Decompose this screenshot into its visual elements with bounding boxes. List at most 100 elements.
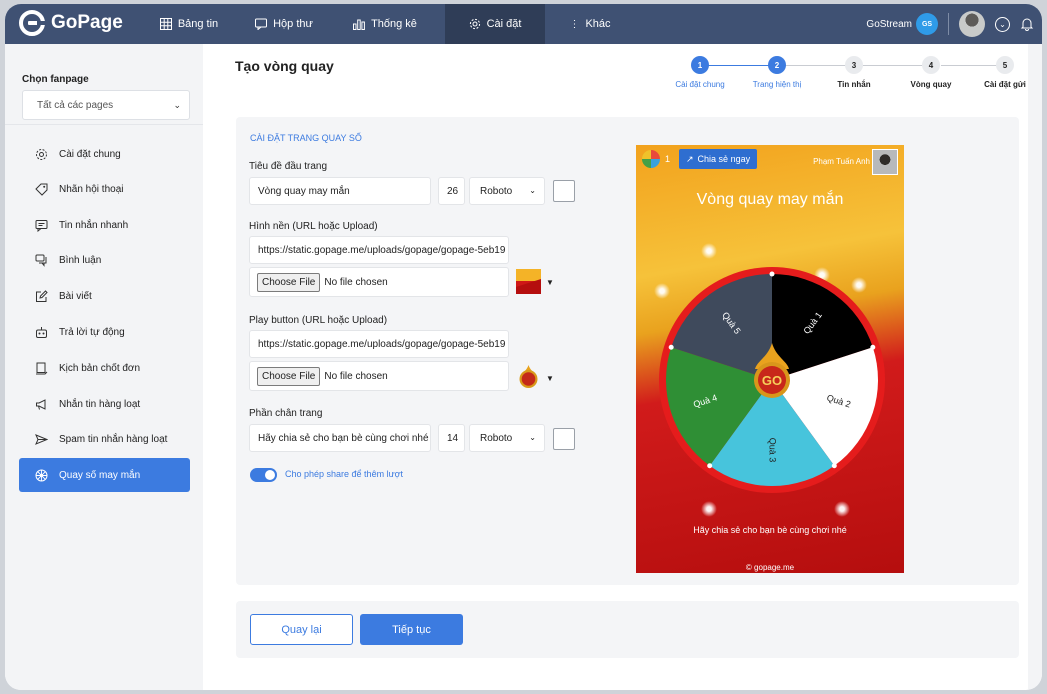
fanpage-select-value: Tất cả các pages — [37, 99, 114, 111]
footer-input[interactable]: Hãy chia sẻ cho bạn bè cùng chơi nhé — [249, 424, 431, 452]
sidebar-item-label: Nhắn tin hàng loạt — [59, 398, 141, 410]
step-1[interactable]: 1 Cài đặt chung — [660, 56, 740, 89]
nav-item-label: Bảng tin — [177, 18, 219, 30]
bell-icon[interactable] — [1020, 17, 1034, 31]
choose-file-button[interactable]: Choose File — [257, 272, 321, 292]
edit-icon — [36, 289, 48, 302]
gostream-logo-icon[interactable]: GS — [916, 13, 938, 35]
wheel-peg — [769, 271, 775, 277]
section-title: CÀI ĐẶT TRANG QUAY SỐ — [250, 133, 362, 143]
caret-down-icon[interactable]: ▼ — [546, 278, 554, 287]
more-vertical-icon: ⋮ — [569, 18, 580, 30]
light-glow — [701, 243, 717, 259]
step-number: 4 — [922, 56, 940, 74]
share-toggle-label: Cho phép share để thêm lượt — [285, 469, 403, 479]
chevron-down-icon: ⌄ — [529, 433, 536, 442]
app-logo[interactable]: GoPage — [19, 10, 123, 36]
user-avatar[interactable] — [959, 11, 985, 37]
background-label: Hình nền (URL hoặc Upload) — [249, 221, 378, 232]
chart-icon — [353, 19, 365, 30]
top-navbar: GoPage Bảng tin Hộp thư Thống kê Cài đặt… — [5, 4, 1042, 44]
gostream-label[interactable]: GoStream — [866, 19, 912, 30]
footer-color-picker[interactable] — [553, 428, 575, 450]
nav-item-bang-tin[interactable]: Bảng tin — [143, 4, 235, 44]
nav-item-label: Hộp thư — [273, 18, 313, 30]
choose-file-button[interactable]: Choose File — [257, 366, 321, 386]
nav-item-thong-ke[interactable]: Thống kê — [335, 4, 435, 44]
sidebar-item-label: Kịch bản chốt đơn — [59, 362, 141, 374]
sidebar-item-binh-luan[interactable]: Bình luận — [19, 243, 190, 277]
grid-icon — [159, 18, 172, 30]
background-url-input[interactable]: https://static.gopage.me/uploads/gopage/… — [249, 236, 509, 264]
sidebar-item-label: Nhãn hội thoại — [59, 183, 124, 195]
right-edge-strip — [1028, 44, 1042, 690]
chevron-down-circle-icon[interactable]: ⌄ — [995, 16, 1010, 32]
nav-item-khac[interactable]: ⋮ Khác — [560, 4, 620, 44]
sidebar-item-tra-loi-tu-dong[interactable]: Trả lời tự động — [19, 315, 190, 349]
light-glow — [834, 501, 850, 517]
step-number: 3 — [845, 56, 863, 74]
go-label: GO — [762, 373, 782, 388]
message-icon — [35, 219, 48, 232]
play-button-file-input[interactable]: Choose File No file chosen — [249, 361, 509, 391]
chat-icon — [255, 18, 268, 30]
next-button[interactable]: Tiếp tục — [360, 614, 463, 645]
fanpage-label: Chọn fanpage — [22, 74, 89, 85]
chevron-down-icon: ⌄ — [529, 186, 536, 195]
title-input[interactable]: Vòng quay may mắn — [249, 177, 431, 205]
step-3[interactable]: 3 Tin nhắn — [814, 56, 894, 89]
title-label: Tiêu đề đầu trang — [249, 161, 328, 172]
caret-down-icon[interactable]: ▼ — [546, 374, 554, 383]
no-file-text: No file chosen — [324, 370, 388, 382]
title-color-picker[interactable] — [553, 180, 575, 202]
sidebar-item-nhan-hoi-thoai[interactable]: Nhãn hội thoại — [19, 172, 190, 206]
spin-count: 1 — [665, 154, 671, 164]
back-button[interactable]: Quay lại — [250, 614, 353, 645]
sidebar-item-bai-viet[interactable]: Bài viết — [19, 279, 190, 313]
sidebar-item-spam-tin-nhan[interactable]: Spam tin nhắn hàng loạt — [19, 422, 190, 456]
preview-user-avatar — [872, 149, 898, 175]
background-file-input[interactable]: Choose File No file chosen — [249, 267, 509, 297]
robot-icon — [36, 326, 47, 338]
share-button-label: Chia sẻ ngay — [697, 154, 751, 164]
divider — [5, 124, 203, 125]
sidebar-item-kich-ban-chot-don[interactable]: Kịch bản chốt đơn — [19, 351, 190, 385]
play-button-label: Play button (URL hoặc Upload) — [249, 315, 388, 326]
sidebar-item-label: Bài viết — [59, 290, 92, 302]
step-label: Vòng quay — [910, 80, 952, 89]
tag-icon — [35, 183, 48, 196]
sidebar-item-cai-dat-chung[interactable]: Cài đặt chung — [19, 137, 190, 171]
gopage-logo-icon — [19, 10, 46, 36]
step-5[interactable]: 5 Cài đặt gửi — [965, 56, 1042, 89]
title-font-select[interactable]: Roboto ⌄ — [469, 177, 545, 205]
fanpage-select[interactable]: Tất cả các pages ⌄ — [22, 90, 190, 120]
title-font-value: Roboto — [480, 185, 513, 197]
actions-card — [236, 601, 1019, 658]
sidebar-item-label: Bình luận — [59, 254, 102, 266]
share-toggle[interactable] — [250, 468, 277, 482]
nav-item-cai-dat[interactable]: Cài đặt — [445, 4, 545, 44]
wheel-icon — [35, 469, 48, 481]
app-name: GoPage — [51, 12, 123, 33]
share-now-button[interactable]: ↗ Chia sẻ ngay — [679, 149, 758, 169]
nav-item-hop-thu[interactable]: Hộp thư — [238, 4, 330, 44]
chevron-down-icon: ⌄ — [173, 100, 181, 110]
prize-wheel[interactable]: Quà 1Quà 2Quà 3Quà 4Quà 5 GO — [657, 265, 887, 495]
footer-font-select[interactable]: Roboto ⌄ — [469, 424, 545, 452]
footer-size-input[interactable]: 14 — [438, 424, 465, 452]
divider — [948, 13, 949, 35]
step-number: 2 — [768, 56, 786, 74]
step-2[interactable]: 2 Trang hiện thị — [737, 56, 817, 89]
play-button-url-input[interactable]: https://static.gopage.me/uploads/gopage/… — [249, 330, 509, 358]
step-label: Tin nhắn — [837, 80, 871, 89]
nav-item-label: Thống kê — [371, 18, 417, 30]
sidebar-item-nhan-tin-hang-loat[interactable]: Nhắn tin hàng loạt — [19, 387, 190, 421]
background-thumbnail — [516, 269, 541, 294]
title-size-input[interactable]: 26 — [438, 177, 465, 205]
step-label: Cài đặt chung — [675, 80, 725, 89]
sidebar-item-quay-so-may-man[interactable]: Quay số may mắn — [19, 458, 190, 492]
step-label: Trang hiện thị — [752, 80, 802, 89]
sidebar-item-tin-nhan-nhanh[interactable]: Tin nhắn nhanh — [19, 208, 190, 242]
step-number: 5 — [996, 56, 1014, 74]
step-4[interactable]: 4 Vòng quay — [891, 56, 971, 89]
